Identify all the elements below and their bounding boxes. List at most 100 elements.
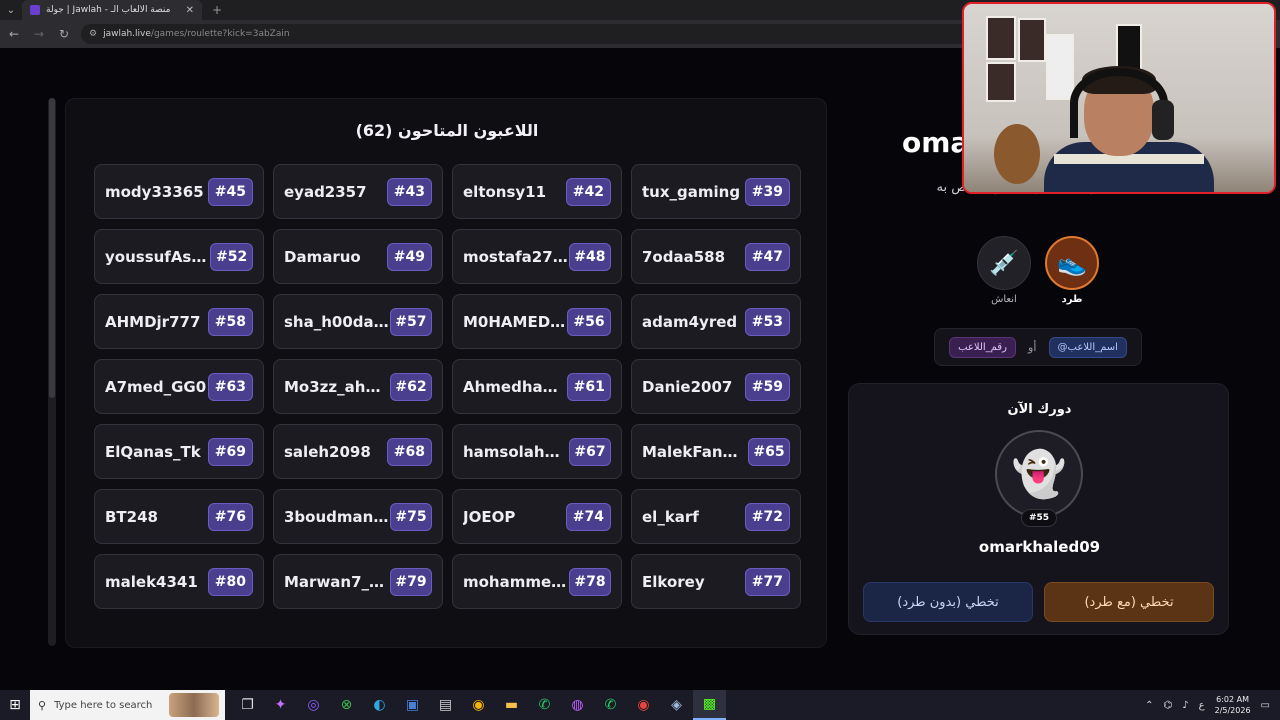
player-card[interactable]: mody33365 #45	[94, 164, 264, 219]
player-name: Elkorey	[642, 572, 705, 591]
player-name: mohammed_...	[463, 572, 569, 591]
player-name: saleh2098	[284, 442, 371, 461]
player-card[interactable]: hamsolah88...#67	[452, 424, 622, 479]
site-info-icon[interactable]: ⚙	[89, 29, 97, 39]
player-name: A7med_GG0	[105, 377, 207, 396]
chevron-up-icon[interactable]: ⌃	[1145, 700, 1153, 711]
player-card[interactable]: MalekFanbo...#65	[631, 424, 801, 479]
back-icon[interactable]: ←	[3, 27, 25, 41]
app-icon[interactable]: ◎	[297, 690, 330, 720]
whatsapp-icon[interactable]: ✆	[528, 690, 561, 720]
player-name: sha_h00da1...	[284, 312, 390, 331]
wall-poster	[1018, 18, 1046, 62]
favicon-icon	[30, 5, 40, 15]
url-field[interactable]: ⚙ jawlah.live/games/roulette?kick=3abZai…	[81, 24, 1001, 44]
panel-fade	[66, 607, 826, 647]
app-icon[interactable]: ▣	[396, 690, 429, 720]
player-number-badge: #57	[389, 307, 432, 336]
player-card[interactable]: A7med_GG0 #63	[94, 359, 264, 414]
player-card[interactable]: youssufAsh... #52	[94, 229, 264, 284]
app-icon[interactable]: ◍	[561, 690, 594, 720]
player-card[interactable]: JOEOP #74	[452, 489, 622, 544]
taskbar-search[interactable]: ⚲ Type here to search	[30, 690, 225, 720]
player-card[interactable]: 7odaa588 #47	[631, 229, 801, 284]
player-card[interactable]: eltonsy11 #42	[452, 164, 622, 219]
clock-date: 2/5/2026	[1214, 706, 1251, 715]
player-number-badge: #48	[568, 242, 611, 271]
player-number-badge: #68	[386, 437, 432, 466]
your-turn-title: دورك الآن	[1007, 402, 1072, 417]
player-card[interactable]: tux_gaming #39	[631, 164, 801, 219]
player-card[interactable]: BT248 #76	[94, 489, 264, 544]
close-tab-icon[interactable]: ✕	[186, 5, 194, 16]
skip-without-kick-button[interactable]: تخطي (بدون طرد)	[863, 582, 1033, 622]
wall-poster	[1046, 34, 1074, 100]
player-name: Marwan7_99...	[284, 572, 390, 591]
player-number-badge: #55	[1021, 509, 1057, 527]
jacket-stripe	[1054, 154, 1204, 164]
store-icon[interactable]: ▤	[429, 690, 462, 720]
player-card[interactable]: Ahmedhany7 #61	[452, 359, 622, 414]
volume-icon[interactable]: ♪	[1182, 700, 1188, 711]
player-name: eyad2357	[284, 182, 367, 201]
player-name: tux_gaming	[642, 182, 741, 201]
player-card[interactable]: Damaruo #49	[273, 229, 443, 284]
file-explorer-icon[interactable]: ▬	[495, 690, 528, 720]
player-card[interactable]: ElQanas_Tk #69	[94, 424, 264, 479]
revive-action-button[interactable]: 💉 انعاش	[974, 236, 1034, 305]
player-card[interactable]: malek4341 #80	[94, 554, 264, 609]
player-card[interactable]: saleh2098 #68	[273, 424, 443, 479]
forward-icon[interactable]: →	[28, 27, 50, 41]
player-number-badge: #75	[390, 502, 432, 531]
player-number-badge: #43	[386, 177, 432, 206]
clock[interactable]: 6:02 AM 2/5/2026	[1215, 694, 1251, 716]
player-card[interactable]: Danie2007 #59	[631, 359, 801, 414]
player-name: el_karf	[642, 507, 699, 526]
player-card[interactable]: 3boudmanso...#75	[273, 489, 443, 544]
player-card[interactable]: AHMDjr777 #58	[94, 294, 264, 349]
copilot-icon[interactable]: ✦	[264, 690, 297, 720]
url-path: /games/roulette?kick=3abZain	[150, 29, 290, 39]
edge-icon[interactable]: ◐	[363, 690, 396, 720]
player-card[interactable]: mohammed_...#78	[452, 554, 622, 609]
player-card[interactable]: adam4yred #53	[631, 294, 801, 349]
steam-icon[interactable]: ◈	[660, 690, 693, 720]
chrome-profile-icon[interactable]: ◉	[627, 690, 660, 720]
player-number-badge: #53	[744, 307, 790, 336]
kick-action-button[interactable]: 👟 طرد	[1042, 236, 1102, 305]
whatsapp-icon[interactable]: ✆	[594, 690, 627, 720]
player-number-badge: #77	[744, 567, 790, 596]
system-tray: ⌃ ⌬ ♪ ع 6:02 AM 2/5/2026 ▭	[1145, 690, 1270, 720]
player-name: Danie2007	[642, 377, 733, 396]
tab-search-icon[interactable]: ⌄	[0, 0, 22, 20]
windows-start-icon[interactable]: ⊞	[0, 690, 30, 720]
player-number-badge: #59	[744, 372, 790, 401]
player-card[interactable]: sha_h00da1... #57	[273, 294, 443, 349]
reload-icon[interactable]: ↻	[53, 27, 75, 41]
browser-tab[interactable]: جولة | Jawlah - منصة الألعاب الـ ✕	[22, 0, 202, 20]
kick-app-icon[interactable]: ▩	[693, 690, 726, 720]
player-card[interactable]: mostafa270... #48	[452, 229, 622, 284]
player-card[interactable]: Elkorey #77	[631, 554, 801, 609]
scrollbar-thumb[interactable]	[49, 98, 55, 398]
player-card[interactable]: Mo3zz_ahma...#62	[273, 359, 443, 414]
player-name: mostafa270...	[463, 247, 569, 266]
player-number-badge: #58	[207, 307, 253, 336]
player-number-badge: #45	[207, 177, 253, 206]
hint-player-number: رقم_اللاعب	[949, 336, 1016, 358]
player-card[interactable]: eyad2357 #43	[273, 164, 443, 219]
players-scrollbar[interactable]	[48, 98, 56, 646]
task-view-icon[interactable]: ❐	[231, 690, 264, 720]
player-card[interactable]: el_karf #72	[631, 489, 801, 544]
language-indicator[interactable]: ع	[1199, 700, 1205, 711]
notification-icon[interactable]: ▭	[1261, 700, 1270, 711]
network-icon[interactable]: ⌬	[1164, 700, 1173, 711]
ghost-icon: 👻	[1011, 449, 1067, 500]
player-card[interactable]: M0HAMED20 #56	[452, 294, 622, 349]
skip-with-kick-button[interactable]: تخطي (مع طرد)	[1044, 582, 1214, 622]
xbox-icon[interactable]: ⊗	[330, 690, 363, 720]
new-tab-icon[interactable]: +	[212, 3, 222, 17]
player-number-badge: #65	[748, 437, 790, 466]
chrome-icon[interactable]: ◉	[462, 690, 495, 720]
player-card[interactable]: Marwan7_99...#79	[273, 554, 443, 609]
